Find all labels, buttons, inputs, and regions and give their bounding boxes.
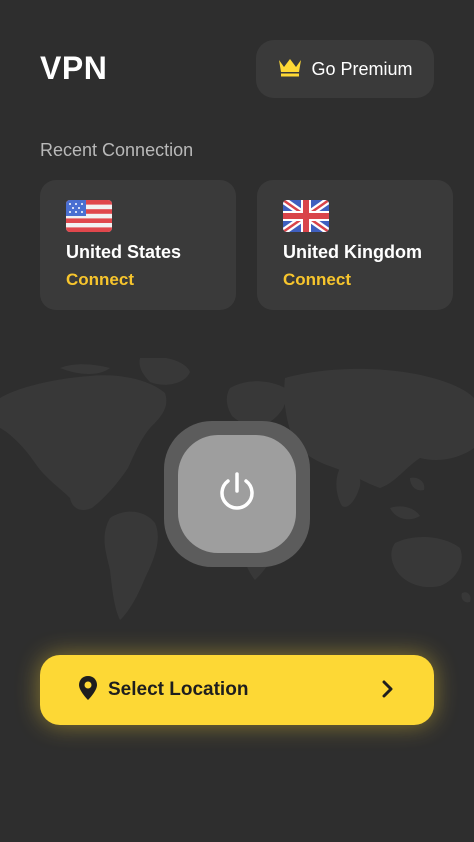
country-name: United States xyxy=(66,242,182,262)
power-icon xyxy=(214,469,260,520)
select-location-label: Select Location xyxy=(108,679,249,700)
go-premium-label: Go Premium xyxy=(311,58,413,79)
location-pin-icon xyxy=(78,675,98,706)
chevron-right-icon xyxy=(382,680,394,703)
power-button[interactable] xyxy=(164,421,310,567)
connect-link[interactable]: Connect xyxy=(283,270,351,290)
app-title: VPN xyxy=(40,50,108,86)
recent-item-united-states[interactable]: United States Connect xyxy=(40,180,236,310)
recent-connection-heading: Recent Connection xyxy=(40,140,194,160)
country-name: United Kingdom xyxy=(283,242,422,262)
us-flag-icon xyxy=(66,200,112,232)
crown-icon xyxy=(277,56,303,83)
go-premium-button[interactable]: Go Premium xyxy=(256,40,434,98)
uk-flag-icon xyxy=(283,200,329,232)
connect-link[interactable]: Connect xyxy=(66,270,134,290)
select-location-button[interactable]: Select Location xyxy=(40,655,434,725)
recent-item-united-kingdom[interactable]: United Kingdom Connect xyxy=(257,180,453,310)
